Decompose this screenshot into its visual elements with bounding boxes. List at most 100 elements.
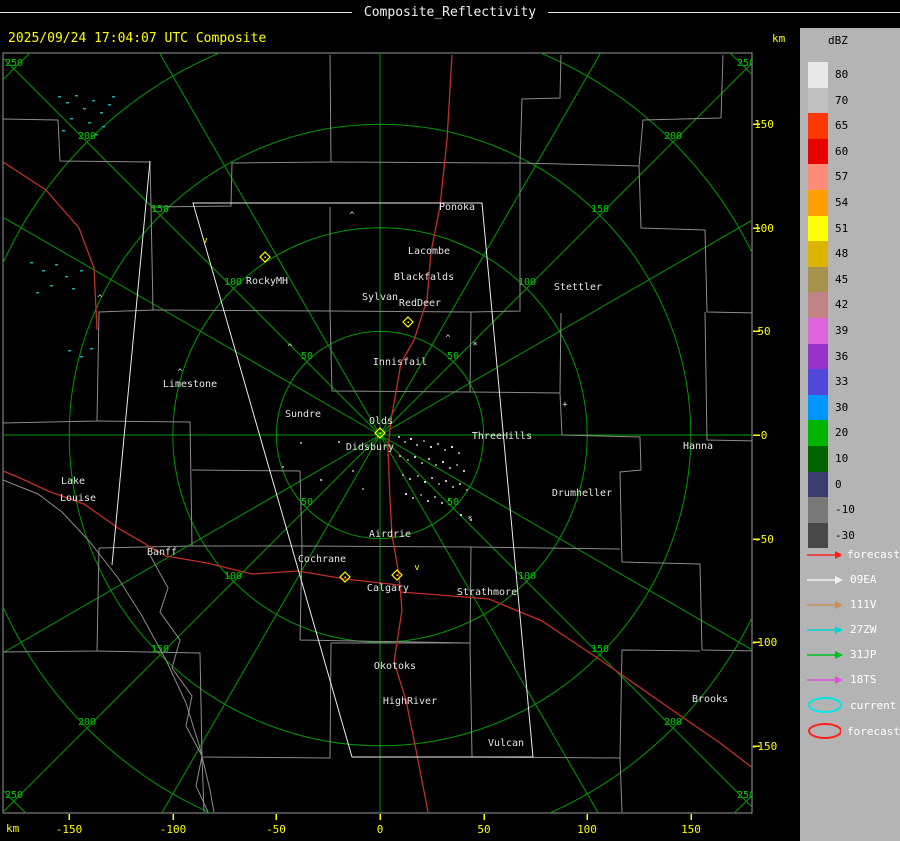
ring-label-150: 150 (151, 204, 169, 215)
echo-dot (466, 489, 468, 491)
colorbar-swatch (808, 292, 828, 318)
county-boundary (192, 470, 302, 546)
colorbar-value: 60 (835, 139, 848, 165)
city-label-stettler: Stettler (554, 282, 602, 293)
radial-line-330 (380, 435, 865, 715)
storm-motion-marker: v (202, 236, 207, 246)
track-legend-row: 27ZW (806, 617, 900, 642)
track-legend-label: forecast (847, 725, 900, 738)
town-marker: + (562, 400, 568, 410)
echo-dot (463, 470, 465, 472)
product-timestamp: 2025/09/24 17:04:07 UTC Composite (8, 31, 266, 46)
clutter-dot (90, 348, 93, 350)
ring-label-50: 50 (447, 497, 459, 508)
track-arrow-icon (806, 649, 844, 661)
colorbar-value: 80 (835, 62, 848, 88)
city-label-vulcan: Vulcan (488, 738, 524, 749)
city-label-olds: Olds (369, 416, 393, 427)
radar-site-dot (397, 575, 399, 577)
clutter-dot (68, 350, 71, 352)
track-arrow-icon (806, 549, 841, 561)
colorbar-swatch (808, 88, 828, 114)
clutter-dot (92, 100, 95, 102)
window-title: Composite_Reflectivity (352, 5, 548, 20)
colorbar-swatch (808, 190, 828, 216)
colorbar-value: 65 (835, 113, 848, 139)
colorbar-value: 42 (835, 292, 848, 318)
colorbar-value: 10 (835, 446, 848, 472)
titlebar-rule-left (0, 12, 352, 13)
clutter-dot (100, 112, 103, 114)
colorbar-value: 70 (835, 88, 848, 114)
ring-label-200: 200 (78, 131, 96, 142)
colorbar-swatch (808, 113, 828, 139)
ring-label-50: 50 (301, 351, 313, 362)
colorbar-value: 45 (835, 267, 848, 293)
echo-dot (423, 440, 425, 442)
colorbar-entry: 10 (808, 446, 855, 472)
echo-dot (435, 464, 437, 466)
bottom-axis-tick-label: 0 (377, 823, 384, 836)
town-marker: ^ (445, 334, 451, 344)
ring-label-200: 200 (78, 717, 96, 728)
colorbar-title: dBZ (828, 34, 848, 47)
bottom-axis-tick-label: 50 (477, 823, 490, 836)
colorbar-entry: 20 (808, 420, 855, 446)
echo-dot (449, 467, 451, 469)
colorbar-swatch (808, 139, 828, 165)
city-label-strathmore: Strathmore (457, 587, 517, 598)
clutter-dot (72, 288, 75, 290)
ring-label-100: 100 (224, 277, 242, 288)
colorbar-entry: -10 (808, 497, 855, 523)
echo-dot (412, 497, 414, 499)
track-arrow-icon (806, 574, 844, 586)
track-legend-row: forecast (806, 718, 900, 744)
colorbar-swatch (808, 395, 828, 421)
colorbar-entry: 30 (808, 395, 855, 421)
echo-dot (405, 493, 407, 495)
echo-dot (434, 496, 436, 498)
colorbar-swatch (808, 216, 828, 242)
city-label-lake: Lake (61, 476, 85, 487)
bottom-axis-unit-label: km (6, 822, 19, 835)
track-legend-row: 09EA (806, 567, 900, 592)
highway-line (3, 471, 399, 585)
radar-coverage-outline (112, 161, 150, 565)
echo-dot (417, 475, 419, 477)
track-ellipse-icon (806, 696, 844, 714)
city-label-reddeer: RedDeer (399, 298, 441, 309)
clutter-dot (83, 108, 86, 110)
echo-dot (414, 456, 416, 458)
town-marker: ^ (97, 294, 103, 304)
ring-label-100: 100 (518, 571, 536, 582)
county-boundary (639, 166, 762, 313)
city-label-louise: Louise (60, 493, 96, 504)
echo-dot (438, 483, 440, 485)
track-legend-label: 111V (850, 598, 877, 611)
track-legend-row: 111V (806, 592, 900, 617)
city-label-brooks: Brooks (692, 694, 728, 705)
ellipse-outline (809, 698, 841, 712)
echo-dot (428, 458, 430, 460)
echo-dot (424, 481, 426, 483)
colorbar-value: 30 (835, 395, 848, 421)
echo-dot (451, 446, 453, 448)
bottom-axis-tick-label: 150 (681, 823, 701, 836)
town-marker: ^ (177, 368, 183, 378)
town-marker: ^ (349, 211, 355, 221)
echo-dot (300, 442, 302, 444)
ring-label-100: 100 (224, 571, 242, 582)
city-label-banff: Banff (147, 547, 177, 558)
colorbar-swatch (808, 164, 828, 190)
city-label-okotoks: Okotoks (374, 661, 416, 672)
track-arrow-icon (806, 599, 844, 611)
clutter-dot (102, 126, 105, 128)
town-marker: ^ (287, 343, 293, 353)
colorbar-value: 0 (835, 472, 842, 498)
ellipse-outline (809, 724, 841, 738)
echo-dot (431, 477, 433, 479)
radar-coverage-outline (193, 203, 533, 757)
track-legend-label: current (850, 699, 896, 712)
bottom-axis-tick-label: -100 (160, 823, 187, 836)
echo-dot (459, 483, 461, 485)
